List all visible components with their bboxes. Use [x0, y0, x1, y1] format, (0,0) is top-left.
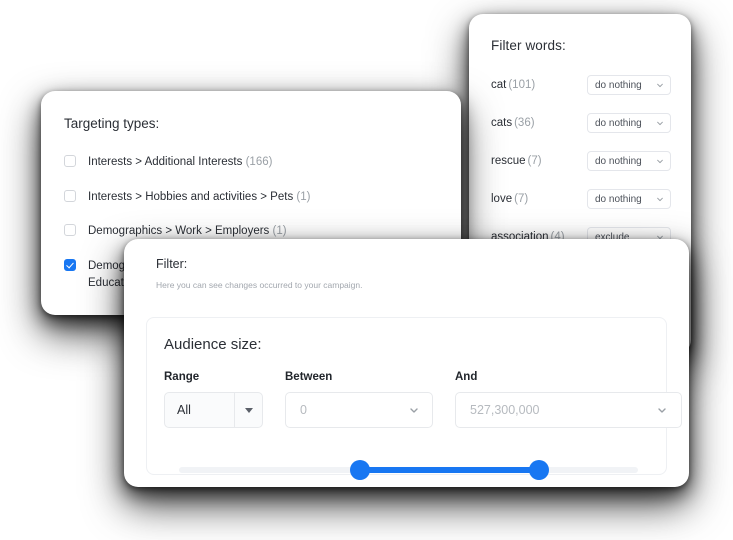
audience-size-slider[interactable]	[179, 460, 638, 480]
filter-word-label: rescue (7)	[491, 155, 542, 167]
targeting-type-row[interactable]: Interests > Hobbies and activities > Pet…	[64, 189, 461, 206]
chevron-down-icon	[656, 157, 664, 165]
caret-down-icon	[244, 407, 253, 413]
filter-word-count: (7)	[514, 193, 529, 205]
filter-word-label: cat (101)	[491, 79, 535, 91]
between-value: 0	[300, 403, 307, 417]
filter-word-text: cat	[491, 79, 507, 91]
and-label: And	[455, 371, 478, 383]
targeting-type-text: Demogr	[88, 260, 129, 273]
targeting-type-count: (1)	[296, 190, 311, 203]
between-select[interactable]: 0	[285, 392, 433, 428]
screenshot-stage: Filter words: cat (101) do nothing cats (3…	[0, 0, 733, 540]
range-value: All	[177, 403, 191, 417]
range-field-group: Range All	[164, 371, 263, 428]
and-select[interactable]: 527,300,000	[455, 392, 682, 428]
range-label: Range	[164, 371, 200, 383]
filter-word-count: (36)	[514, 117, 535, 129]
filter-word-action-select[interactable]: do nothing	[587, 189, 671, 209]
targeting-type-text: Interests > Additional Interests	[88, 156, 243, 168]
targeting-type-text-line2: Educati	[88, 276, 127, 289]
targeting-type-label: Interests > Additional Interests (166)	[88, 154, 272, 171]
filter-word-row: cats (36) do nothing	[491, 109, 671, 137]
targeting-checkbox[interactable]	[64, 189, 76, 202]
filter-card: Filter: Here you can see changes occurre…	[124, 239, 689, 487]
filter-word-action-select[interactable]: do nothing	[587, 113, 671, 133]
targeting-type-count: (1)	[272, 225, 287, 238]
targeting-checkbox[interactable]	[64, 155, 76, 167]
filter-card-header: Filter: Here you can see changes occurre…	[124, 239, 689, 290]
filter-word-label: love (7)	[491, 193, 528, 205]
filter-word-count: (101)	[508, 79, 536, 91]
and-value: 527,300,000	[470, 403, 540, 417]
targeting-type-row[interactable]: Demographics > Work > Employers (1)	[64, 223, 461, 240]
chevron-down-icon	[656, 404, 668, 416]
filter-word-row: cat (101) do nothing	[491, 71, 671, 99]
targeting-type-text: Interests > Hobbies and activities > Pet…	[88, 190, 294, 203]
filter-words-title: Filter words:	[491, 38, 566, 53]
targeting-checkbox[interactable]	[64, 224, 76, 237]
filter-word-action-value: do nothing	[595, 193, 642, 205]
slider-handle-max[interactable]	[529, 460, 550, 480]
chevron-down-icon	[656, 119, 664, 127]
targeting-type-text: Demographics > Work > Employers	[88, 225, 270, 238]
chevron-down-icon	[656, 195, 664, 203]
audience-fields: Range All Between 0 And 527,300,000	[147, 353, 682, 428]
targeting-type-label: Demogr Educati	[88, 258, 129, 291]
targeting-type-label: Demographics > Work > Employers (1)	[88, 223, 287, 240]
targeting-types-title: Targeting types:	[64, 116, 160, 131]
chevron-down-icon	[656, 81, 664, 89]
filter-word-action-value: do nothing	[595, 79, 642, 91]
filter-word-label: cats (36)	[491, 117, 535, 129]
range-dropdown-arrow[interactable]	[234, 393, 262, 427]
filter-word-action-select[interactable]: do nothing	[587, 75, 671, 95]
slider-handle-min[interactable]	[350, 460, 371, 480]
filter-title: Filter:	[156, 257, 188, 271]
targeting-type-row[interactable]: Interests > Additional Interests (166)	[64, 154, 461, 171]
filter-subtitle: Here you can see changes occurred to you…	[156, 280, 363, 290]
slider-range-fill	[360, 467, 540, 473]
range-select[interactable]: All	[164, 392, 263, 428]
filter-word-text: rescue	[491, 155, 526, 167]
chevron-down-icon	[408, 404, 420, 416]
and-field-group: And 527,300,000	[455, 371, 682, 428]
filter-word-row: rescue (7) do nothing	[491, 147, 671, 175]
targeting-checkbox[interactable]	[64, 259, 76, 272]
between-field-group: Between 0	[285, 371, 433, 428]
targeting-type-label: Interests > Hobbies and activities > Pet…	[88, 189, 310, 206]
filter-word-row: love (7) do nothing	[491, 185, 671, 213]
filter-word-action-value: do nothing	[595, 117, 642, 129]
between-label: Between	[285, 371, 333, 383]
filter-word-action-value: do nothing	[595, 155, 642, 167]
audience-size-panel: Audience size: Range All Between 0 And 5…	[146, 317, 682, 480]
filter-word-text: cats	[491, 117, 513, 129]
filter-word-count: (7)	[527, 155, 542, 167]
targeting-type-count: (166)	[245, 156, 273, 168]
audience-size-title: Audience size:	[164, 336, 262, 353]
filter-word-action-select[interactable]: do nothing	[587, 151, 671, 171]
filter-word-text: love	[491, 193, 513, 205]
